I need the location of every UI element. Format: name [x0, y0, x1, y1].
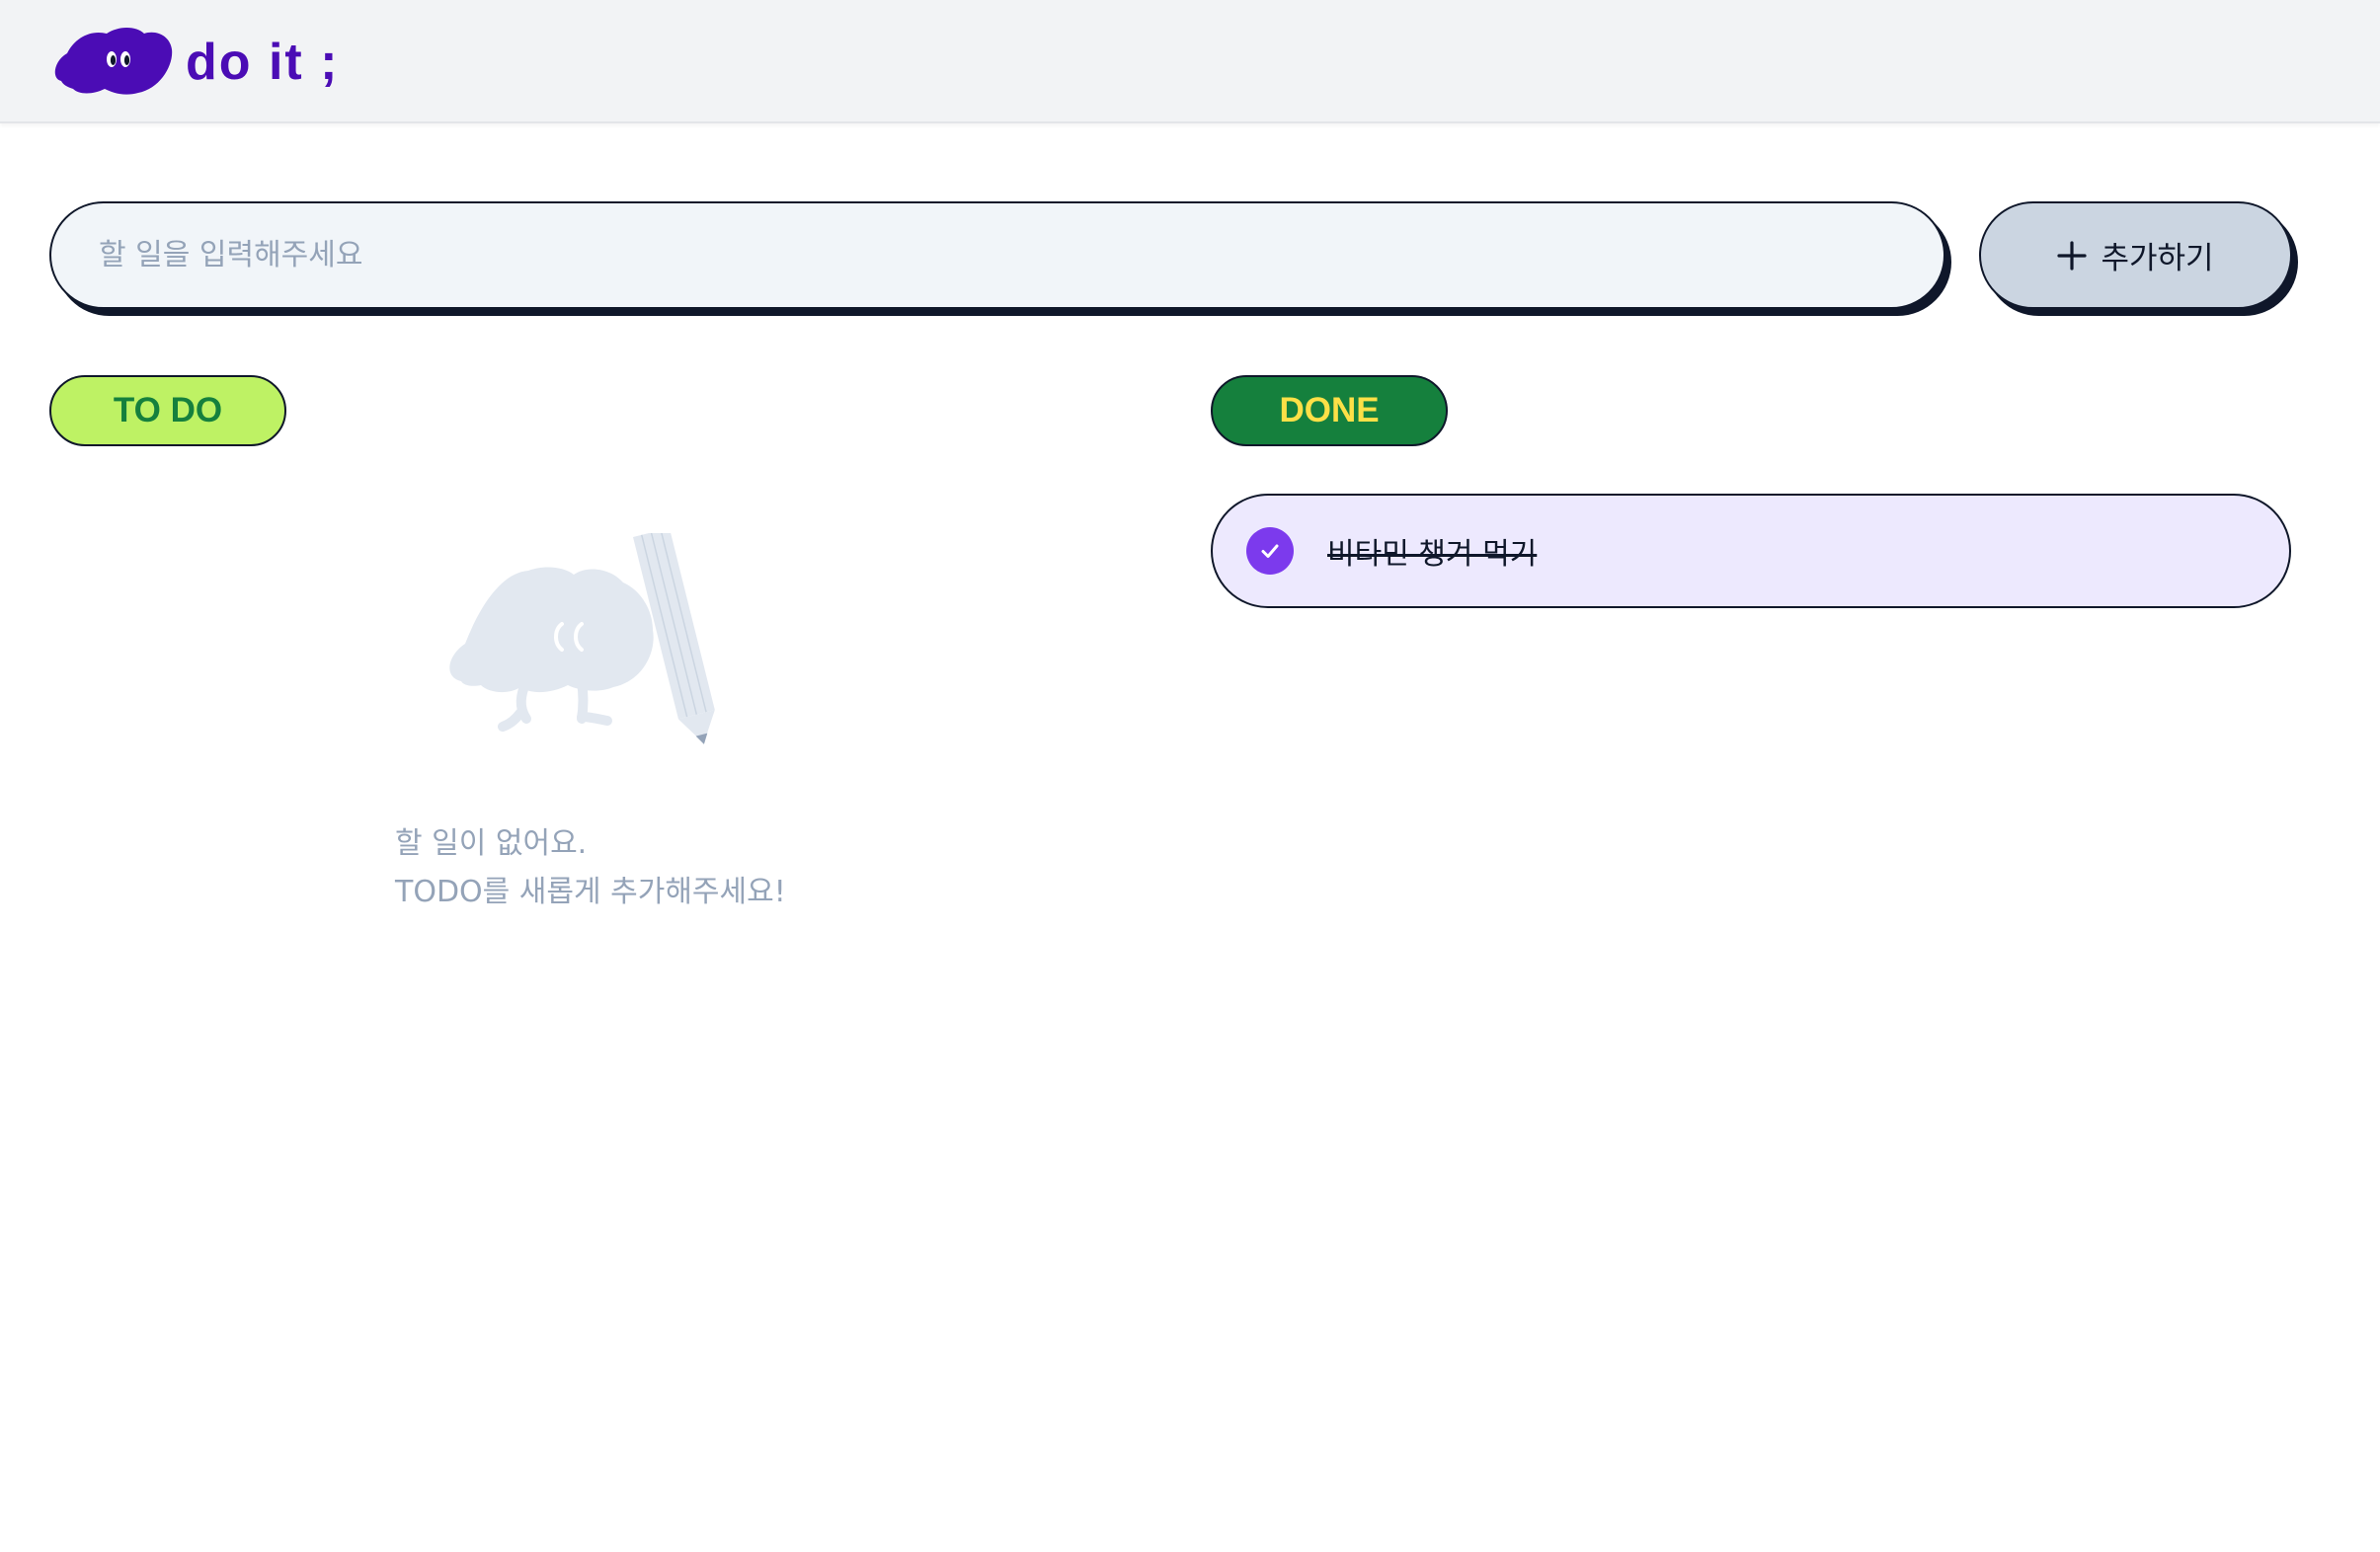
todo-section-title: TO DO	[49, 375, 286, 446]
empty-todo-message-line1: 할 일이 없어요.	[395, 826, 588, 861]
done-item-label[interactable]: 비타민 챙겨 먹기	[1327, 529, 1537, 573]
done-item[interactable]: 비타민 챙겨 먹기	[1211, 494, 2291, 608]
logo-cloud-icon	[54, 28, 173, 95]
empty-todo-message: 할 일이 없어요. TODO를 새롭게 추가해주세요!	[395, 819, 786, 916]
logo-text: do it ;	[186, 34, 340, 91]
plus-icon	[2057, 240, 2088, 271]
logo[interactable]: do it ;	[53, 24, 350, 97]
add-button-label: 추가하기	[2101, 241, 2214, 276]
todo-input[interactable]	[49, 201, 1945, 309]
check-icon	[1261, 544, 1279, 558]
done-section-title: DONE	[1211, 375, 1448, 446]
add-button[interactable]: 추가하기	[1979, 201, 2292, 309]
empty-todo-message-line2: TODO를 새롭게 추가해주세요!	[395, 875, 786, 909]
app-header: do it ;	[0, 0, 2380, 123]
checkbox-checked[interactable]	[1246, 527, 1294, 575]
empty-todo-illustration	[449, 533, 715, 744]
